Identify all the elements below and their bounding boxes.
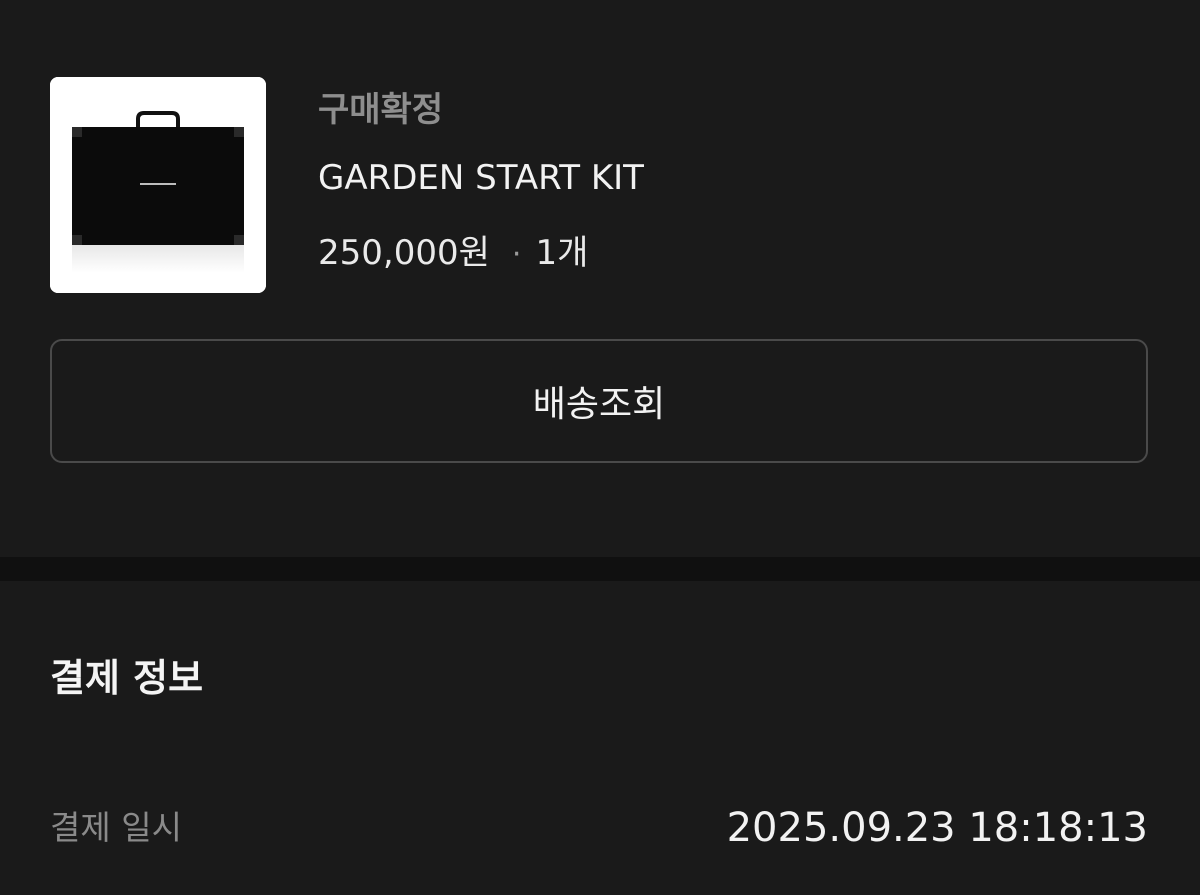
product-quantity: 1개: [535, 233, 589, 273]
payment-info-section: 결제 정보 결제 일시 2025.09.23 18:18:13: [0, 581, 1200, 895]
price-quantity-row: 250,000원 · 1개: [318, 232, 644, 276]
order-status-label: 구매확정: [318, 90, 444, 130]
payment-datetime-label: 결제 일시: [50, 808, 182, 847]
payment-datetime-value: 2025.09.23 18:18:13: [726, 805, 1148, 851]
separator-dot: ·: [511, 237, 522, 272]
payment-datetime-row: 결제 일시 2025.09.23 18:18:13: [50, 803, 1148, 853]
product-info: 구매확정 GARDEN START KIT 250,000원 · 1개: [318, 80, 644, 276]
section-divider: [0, 557, 1200, 581]
product-name[interactable]: GARDEN START KIT: [318, 157, 644, 199]
payment-info-title: 결제 정보: [50, 656, 204, 700]
order-summary-section: 구매확정 GARDEN START KIT 250,000원 · 1개 배송조회: [0, 0, 1200, 557]
product-price: 250,000원: [318, 233, 490, 273]
black-gift-box-image: [50, 77, 266, 293]
product-thumbnail[interactable]: [50, 77, 266, 293]
delivery-tracking-button[interactable]: 배송조회: [50, 339, 1148, 463]
